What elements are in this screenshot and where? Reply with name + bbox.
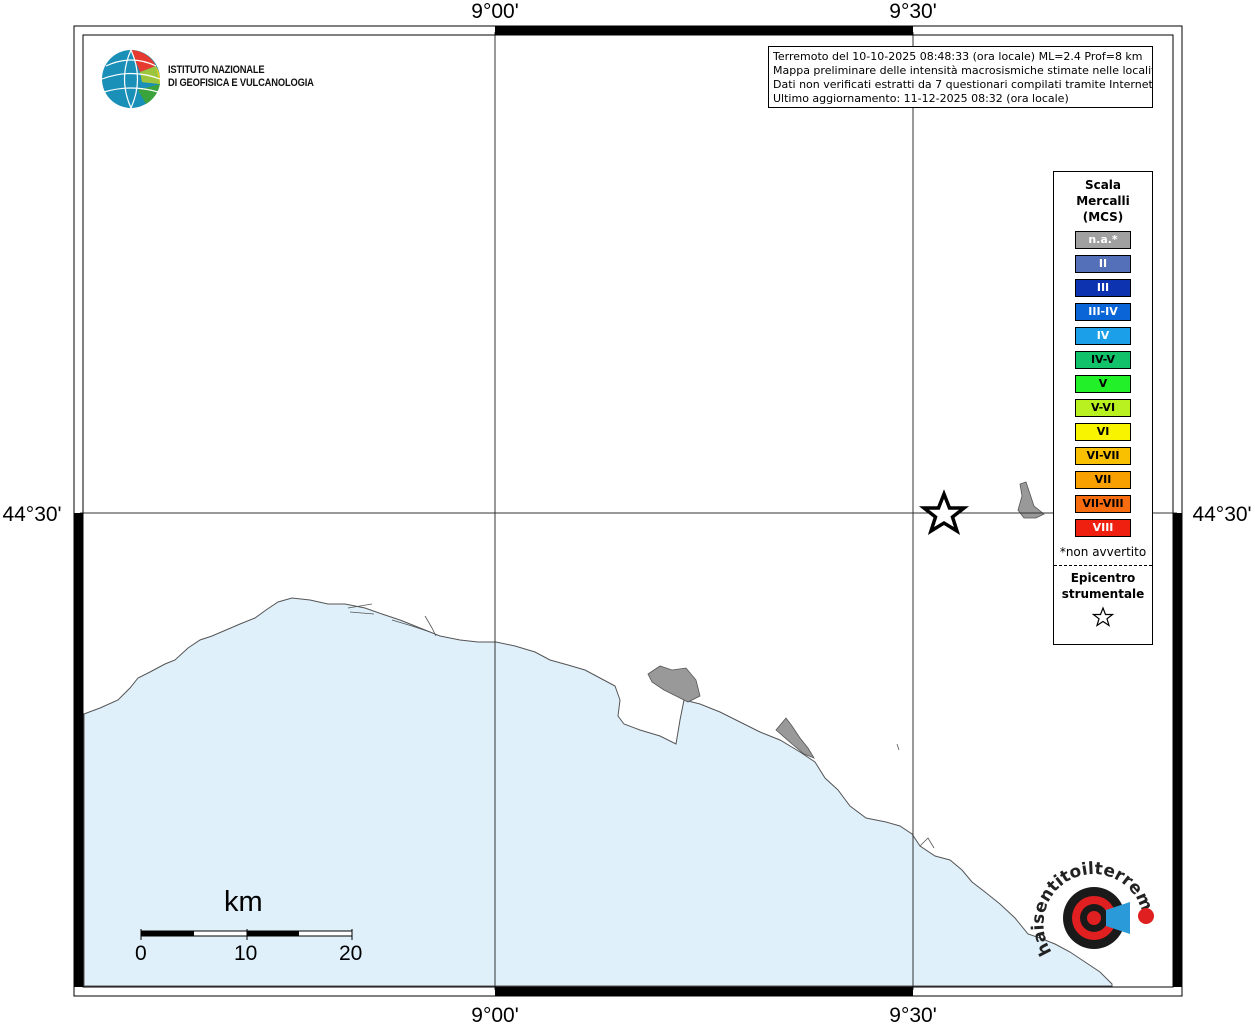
scale-bar-tick-0: 0 bbox=[135, 942, 147, 965]
frame-bar-bottom bbox=[495, 987, 913, 996]
legend-title-line1: Scala bbox=[1084, 178, 1122, 192]
legend-epicenter-label: Epicentro strumentale bbox=[1054, 570, 1152, 602]
legend-item: III-IV bbox=[1075, 303, 1131, 321]
mcs-legend: Scala Mercalli (MCS) n.a.* II III III-IV IV I… bbox=[1053, 171, 1153, 645]
legend-item: VIII bbox=[1075, 519, 1131, 537]
info-line-update: Ultimo aggiornamento: 11-12-2025 08:32 (… bbox=[773, 92, 1069, 105]
legend-epicenter-line1: Epicentro bbox=[1070, 571, 1136, 585]
event-info-box: Terremoto del 10-10-2025 08:48:33 (ora l… bbox=[768, 46, 1153, 108]
legend-item: V bbox=[1075, 375, 1131, 393]
legend-title-line2: Mercalli bbox=[1076, 194, 1130, 208]
ingv-globe-icon bbox=[101, 49, 161, 109]
axis-label-bottom-9-00: 9°00' bbox=[471, 1004, 518, 1024]
axis-label-right-44-30: 44°30' bbox=[1192, 503, 1251, 526]
scale-bar: km 0 10 20 bbox=[128, 886, 378, 976]
legend-epicenter-line2: strumentale bbox=[1061, 587, 1145, 601]
star-outline-icon bbox=[1091, 606, 1115, 627]
legend-star-container bbox=[1054, 606, 1152, 632]
scale-bar-tick-20: 20 bbox=[339, 942, 363, 965]
haisentito-logo: haisentitoilterremoto.it bbox=[1024, 837, 1160, 982]
axis-label-top-9-00: 9°00' bbox=[471, 0, 518, 23]
legend-item: IV-V bbox=[1075, 351, 1131, 369]
ingv-logo: ISTITUTO NAZIONALE DI GEOFISICA E VULCAN… bbox=[100, 48, 340, 110]
info-line-event: Terremoto del 10-10-2025 08:48:33 (ora l… bbox=[773, 50, 1143, 63]
legend-item: n.a.* bbox=[1075, 231, 1131, 249]
axis-label-top-9-30: 9°30' bbox=[889, 0, 936, 23]
legend-item: II bbox=[1075, 255, 1131, 273]
info-line-data: Dati non verificati estratti da 7 questi… bbox=[773, 78, 1153, 91]
scale-bar-unit: km bbox=[224, 886, 263, 918]
axis-label-bottom-9-30: 9°30' bbox=[889, 1004, 936, 1024]
axis-label-left-44-30: 44°30' bbox=[2, 503, 61, 526]
frame-bar-left bbox=[74, 513, 83, 987]
urban-area-genova bbox=[647, 665, 701, 703]
legend-item: VI-VII bbox=[1075, 447, 1131, 465]
logo-line2: DI GEOFISICA E VULCANOLOGIA bbox=[168, 77, 314, 89]
frame-bar-top bbox=[495, 26, 913, 35]
info-line-map: Mappa preliminare delle intensità macros… bbox=[773, 64, 1153, 77]
haisentito-target-icon: haisentitoilterremoto.it bbox=[1024, 837, 1156, 959]
legend-item: V-VI bbox=[1075, 399, 1131, 417]
legend-divider bbox=[1054, 565, 1152, 566]
legend-title-line3: (MCS) bbox=[1082, 210, 1124, 224]
frame-bar-right bbox=[1173, 513, 1182, 987]
legend-items: n.a.* II III III-IV IV IV-V V V-VI VI VI-VII VII VI… bbox=[1054, 231, 1152, 537]
epicenter-star-icon[interactable] bbox=[918, 489, 970, 535]
legend-item: VI bbox=[1075, 423, 1131, 441]
legend-item: VII-VIII bbox=[1075, 495, 1131, 513]
legend-title: Scala Mercalli (MCS) bbox=[1054, 177, 1152, 225]
legend-item: IV bbox=[1075, 327, 1131, 345]
legend-item: III bbox=[1075, 279, 1131, 297]
scale-bar-tick-10: 10 bbox=[234, 942, 258, 965]
legend-note: *non avvertito bbox=[1059, 545, 1147, 559]
legend-item: VII bbox=[1075, 471, 1131, 489]
logo-line1: ISTITUTO NAZIONALE bbox=[168, 64, 265, 76]
